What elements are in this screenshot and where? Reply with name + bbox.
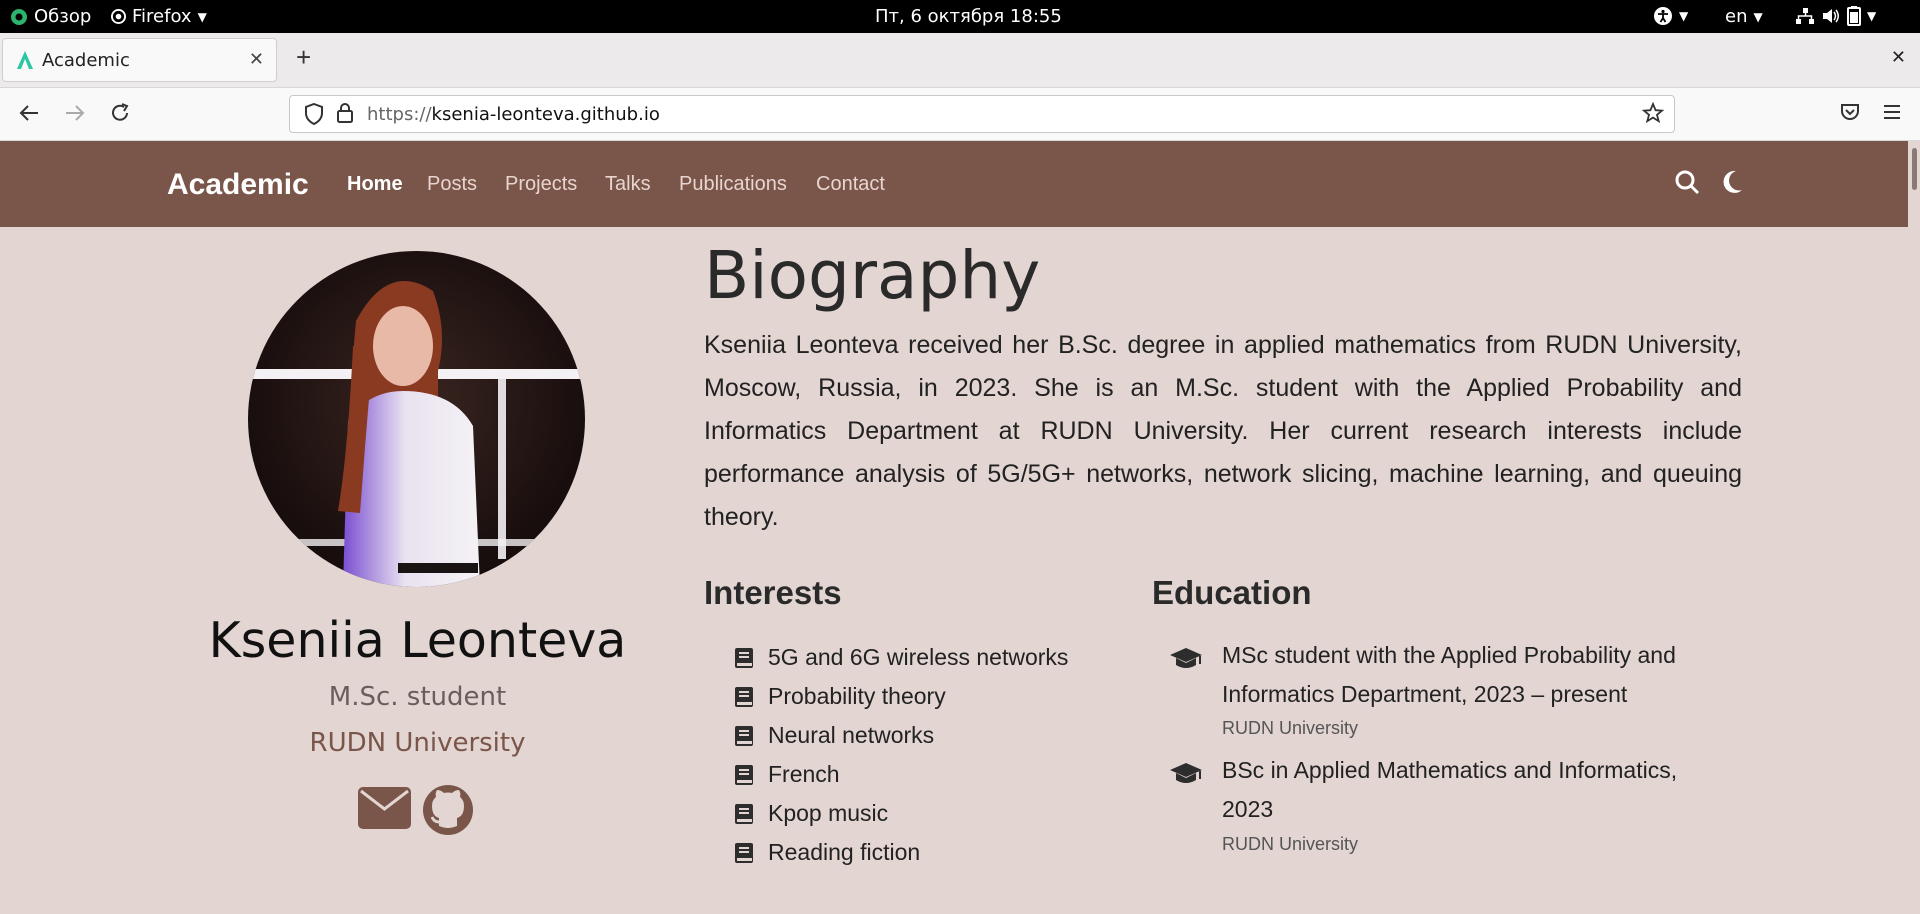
nav-contact[interactable]: Contact xyxy=(816,173,885,196)
profile-name: Kseniia Leonteva xyxy=(208,612,627,669)
nav-posts[interactable]: Posts xyxy=(427,173,477,196)
back-arrow-icon[interactable] xyxy=(18,102,40,124)
dark-mode-moon-icon[interactable] xyxy=(1722,169,1744,195)
network-icon xyxy=(1796,8,1814,24)
nav-talks[interactable]: Talks xyxy=(605,173,651,196)
book-icon xyxy=(735,842,753,863)
reload-icon[interactable] xyxy=(109,102,131,124)
activities-label: Обзор xyxy=(34,6,92,27)
list-item: Neural networks xyxy=(734,716,1068,755)
chevron-down-icon: ▼ xyxy=(1679,9,1689,23)
github-icon[interactable] xyxy=(422,784,474,836)
list-item: 5G and 6G wireless networks xyxy=(734,638,1068,677)
distro-logo-icon xyxy=(11,8,27,25)
url-host: ksenia-leonteva.github.io xyxy=(431,104,660,125)
education-heading: Education xyxy=(1152,574,1312,611)
page-scrollbar-track[interactable] xyxy=(1908,141,1920,914)
interests-heading: Interests xyxy=(704,574,842,611)
firefox-icon xyxy=(111,9,126,24)
interest-label: Kpop music xyxy=(768,800,889,826)
shield-icon[interactable] xyxy=(304,103,324,125)
system-top-bar: Обзор Firefox ▼ Пт, 6 октября 18:55 ▼ en… xyxy=(0,0,1920,33)
new-tab-icon[interactable]: + xyxy=(296,42,311,73)
book-icon xyxy=(735,647,753,668)
avatar xyxy=(248,251,585,587)
book-icon xyxy=(735,803,753,824)
browser-toolbar: https://ksenia-leonteva.github.io xyxy=(0,88,1920,141)
window-close-icon[interactable]: ✕ xyxy=(1891,47,1906,68)
hamburger-menu-icon[interactable] xyxy=(1882,102,1902,122)
accessibility-icon xyxy=(1654,7,1672,25)
clock[interactable]: Пт, 6 октября 18:55 xyxy=(875,6,1062,27)
book-icon xyxy=(735,725,753,746)
chevron-down-icon: ▼ xyxy=(1753,9,1763,24)
interest-label: French xyxy=(768,761,840,787)
interest-label: Probability theory xyxy=(768,683,946,709)
datetime-text: Пт, 6 октября 18:55 xyxy=(875,6,1062,27)
nav-publications[interactable]: Publications xyxy=(679,173,787,196)
search-icon[interactable] xyxy=(1674,169,1700,195)
profile-organization[interactable]: RUDN University xyxy=(180,728,655,758)
interest-label: 5G and 6G wireless networks xyxy=(768,644,1069,670)
status-menu[interactable]: ▼ xyxy=(1795,6,1876,26)
url-protocol: https:// xyxy=(367,104,432,125)
language-menu[interactable]: en ▼ xyxy=(1725,6,1763,27)
interest-label: Neural networks xyxy=(768,722,935,748)
app-menu[interactable]: Firefox ▼ xyxy=(111,6,207,27)
list-item: Kpop music xyxy=(734,794,1068,833)
site-favicon-icon xyxy=(17,51,33,69)
bookmark-star-icon[interactable] xyxy=(1642,102,1664,124)
address-bar[interactable]: https://ksenia-leonteva.github.io xyxy=(289,95,1675,133)
page-scrollbar-thumb[interactable] xyxy=(1912,148,1917,190)
chevron-down-icon: ▼ xyxy=(1867,9,1877,23)
education-degree: BSc in Applied Mathematics and Informati… xyxy=(1222,757,1678,822)
interests-list: 5G and 6G wireless networks Probability … xyxy=(734,638,1068,872)
nav-projects[interactable]: Projects xyxy=(505,173,577,196)
browser-tab[interactable]: Academic ✕ xyxy=(2,38,277,82)
email-icon[interactable] xyxy=(358,787,411,829)
list-item: French xyxy=(734,755,1068,794)
site-navbar: Academic Home Posts Projects Talks Publi… xyxy=(0,141,1908,227)
battery-icon xyxy=(1847,6,1861,26)
language-label: en xyxy=(1725,6,1748,27)
tab-close-icon[interactable]: ✕ xyxy=(249,49,264,70)
forward-arrow-icon[interactable] xyxy=(64,102,86,124)
graduation-cap-icon xyxy=(1170,763,1202,783)
app-menu-label: Firefox xyxy=(132,6,192,27)
list-item: Probability theory xyxy=(734,677,1068,716)
interest-label: Reading fiction xyxy=(768,839,921,865)
book-icon xyxy=(735,686,753,707)
list-item: Reading fiction xyxy=(734,833,1068,872)
education-degree: MSc student with the Applied Probability… xyxy=(1222,642,1676,707)
education-institution: RUDN University xyxy=(1222,834,1359,854)
site-brand[interactable]: Academic xyxy=(167,168,309,202)
lock-icon[interactable] xyxy=(336,102,354,124)
tab-title: Academic xyxy=(42,49,130,71)
tab-strip: Academic ✕ + ✕ xyxy=(0,33,1920,88)
chevron-down-icon: ▼ xyxy=(197,9,207,24)
graduation-cap-icon xyxy=(1170,648,1202,668)
education-institution: RUDN University xyxy=(1222,718,1359,738)
nav-home[interactable]: Home xyxy=(347,173,403,196)
biography-text: Kseniia Leonteva received her B.Sc. degr… xyxy=(704,331,1742,531)
accessibility-menu[interactable]: ▼ xyxy=(1653,6,1688,26)
biography-heading: Biography xyxy=(704,237,1041,314)
url-text: https://ksenia-leonteva.github.io xyxy=(367,104,660,125)
volume-icon xyxy=(1823,9,1839,23)
activities-button[interactable]: Обзор xyxy=(10,6,91,27)
profile-role: M.Sc. student xyxy=(328,682,507,712)
pocket-icon[interactable] xyxy=(1840,102,1860,122)
book-icon xyxy=(735,764,753,785)
